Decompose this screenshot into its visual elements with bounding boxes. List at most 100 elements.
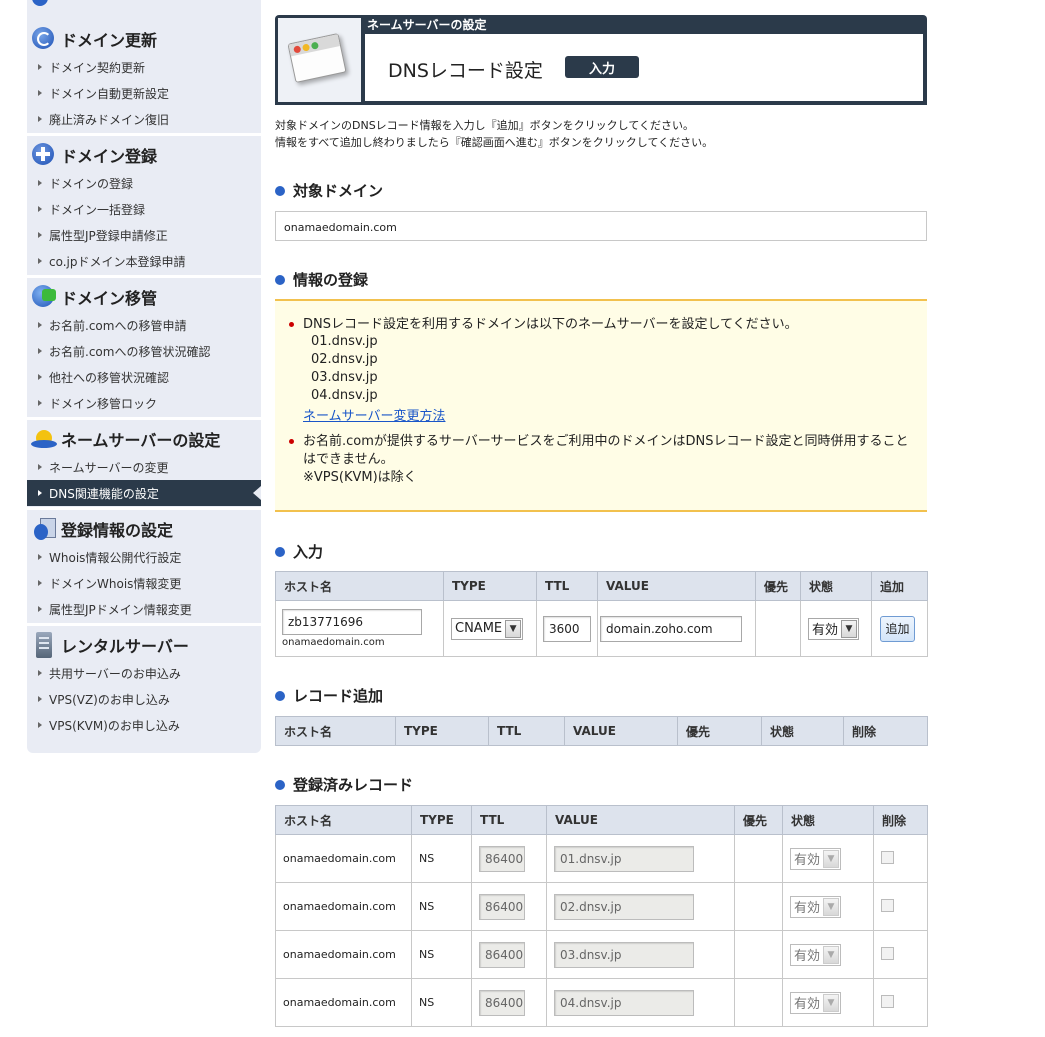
chevron-down-icon: ▼ [505, 619, 522, 638]
step-badge: 入力 [565, 56, 639, 78]
value-field: 04.dnsv.jp [554, 989, 694, 1016]
sidebar-item-transfer-apply[interactable]: お名前.comへの移管申請 [27, 312, 261, 338]
sidebar-item-dns-settings[interactable]: DNS関連機能の設定 [27, 480, 261, 506]
chevron-down-icon: ▼ [841, 619, 858, 638]
bullet-icon [38, 64, 42, 70]
bullet-icon [38, 180, 42, 186]
registered-table: ホスト名 TYPE TTL VALUE 優先 状態 削除 onamaedomai… [275, 805, 928, 1027]
bullet-icon [38, 554, 42, 560]
add-button[interactable]: 追加 [880, 615, 915, 642]
section-input: 入力 [275, 541, 323, 562]
sidebar-heading-domain-transfer: ドメイン移管 [27, 283, 261, 311]
sidebar-item-transfer-lock[interactable]: ドメイン移管ロック [27, 390, 261, 416]
bullet-icon [38, 464, 42, 470]
sidebar-item-jp-fix[interactable]: 属性型JP登録申請修正 [27, 222, 261, 248]
ttl-input[interactable]: 3600 [543, 615, 591, 642]
type-select[interactable]: CNAME ▼ [451, 617, 524, 640]
sidebar-item-vps-kvm[interactable]: VPS(KVM)のお申し込み [27, 712, 261, 738]
red-bullet-icon [289, 439, 294, 444]
bullet-icon [38, 348, 42, 354]
ttl-field: 86400 [479, 893, 525, 920]
plus-icon [31, 142, 57, 168]
sidebar-item-register[interactable]: ドメインの登録 [27, 170, 261, 196]
chevron-down-icon: ▼ [823, 897, 840, 916]
input-table: ホスト名 TYPE TTL VALUE 優先 状態 追加 zb13771696 … [275, 571, 928, 657]
ttl-field: 86400 [479, 941, 525, 968]
host-input[interactable]: zb13771696 [282, 609, 422, 635]
bullet-icon [38, 374, 42, 380]
divider [27, 507, 261, 510]
sidebar-item-transfer-status[interactable]: お名前.comへの移管状況確認 [27, 338, 261, 364]
section-target-domain: 対象ドメイン [275, 180, 383, 201]
sidebar-heading-nameserver: ネームサーバーの設定 [27, 425, 261, 453]
chevron-down-icon: ▼ [823, 945, 840, 964]
sidebar-item-renewal[interactable]: ドメイン契約更新 [27, 54, 261, 80]
ttl-field: 86400 [479, 845, 525, 872]
sidebar-item-shared-server[interactable]: 共用サーバーのお申込み [27, 660, 261, 686]
sidebar-item-whois-proxy[interactable]: Whois情報公開代行設定 [27, 544, 261, 570]
sidebar-item-auto-renewal[interactable]: ドメイン自動更新設定 [27, 80, 261, 106]
value-input[interactable]: domain.zoho.com [600, 615, 742, 642]
section-registered: 登録済みレコード [275, 774, 413, 795]
section-info: 情報の登録 [275, 269, 368, 290]
table-row: onamaedomain.com NS 86400 03.dnsv.jp 有効 ▼ [275, 930, 928, 979]
delete-checkbox [881, 898, 894, 912]
chevron-down-icon: ▼ [823, 993, 840, 1012]
host-suffix: onamaedomain.com [282, 637, 385, 648]
chevron-down-icon: ▼ [823, 849, 840, 868]
bullet-icon [38, 90, 42, 96]
section-record-add: レコード追加 [275, 685, 383, 706]
notice-text: お名前.comが提供するサーバーサービスをご利用中のドメインはDNSレコード設定… [303, 434, 909, 485]
delete-checkbox [881, 850, 894, 864]
sidebar-item-transfer-out-status[interactable]: 他社への移管状況確認 [27, 364, 261, 390]
sidebar-item-nameserver-change[interactable]: ネームサーバーの変更 [27, 454, 261, 480]
nameserver-3: 03.dnsv.jp [311, 370, 378, 385]
state-select[interactable]: 有効 ▼ [808, 617, 860, 640]
sidebar-heading-registration-info: 登録情報の設定 [27, 515, 261, 543]
nameserver-change-link[interactable]: ネームサーバー変更方法 [303, 405, 445, 424]
bullet-icon [38, 696, 42, 702]
priority-cell [755, 600, 801, 657]
bullet-icon [38, 722, 42, 728]
page-title: DNSレコード設定 [388, 60, 543, 82]
bullet-icon [38, 322, 42, 328]
sidebar-item-vps-vz[interactable]: VPS(VZ)のお申し込み [27, 686, 261, 712]
state-select: 有効 ▼ [790, 895, 842, 918]
record-add-table: ホスト名 TYPE TTL VALUE 優先 状態 削除 [275, 716, 928, 746]
bullet-icon [38, 490, 42, 496]
window-icon [278, 18, 361, 102]
top-section-icon [32, 0, 48, 6]
page-banner: ネームサーバーの設定 DNSレコード設定 入力 [275, 15, 927, 105]
sidebar-item-restore[interactable]: 廃止済みドメイン復旧 [27, 106, 261, 132]
notice-box: DNSレコード設定を利用するドメインは以下のネームサーバーを設定してください。 … [275, 299, 927, 512]
sidebar-item-bulk-register[interactable]: ドメイン一括登録 [27, 196, 261, 222]
nameserver-2: 02.dnsv.jp [311, 352, 378, 367]
globe-transfer-icon [31, 284, 57, 310]
bullet-icon [38, 206, 42, 212]
bullet-icon [38, 232, 42, 238]
ttl-field: 86400 [479, 989, 525, 1016]
bullet-icon [38, 580, 42, 586]
state-select: 有効 ▼ [790, 847, 842, 870]
value-field: 02.dnsv.jp [554, 893, 694, 920]
table-row: onamaedomain.com NS 86400 01.dnsv.jp 有効 ▼ [275, 834, 928, 883]
divider [27, 133, 261, 136]
sidebar-heading-domain-renewal: ドメイン更新 [27, 25, 261, 53]
target-domain-value: onamaedomain.com [275, 211, 927, 241]
bullet-icon [38, 606, 42, 612]
value-field: 03.dnsv.jp [554, 941, 694, 968]
sidebar-item-whois-change[interactable]: ドメインWhois情報変更 [27, 570, 261, 596]
bullet-icon [38, 670, 42, 676]
table-row: onamaedomain.com NS 86400 02.dnsv.jp 有効 ▼ [275, 882, 928, 931]
state-select: 有効 ▼ [790, 943, 842, 966]
refresh-icon [31, 26, 57, 52]
nameserver-1: 01.dnsv.jp [311, 334, 378, 349]
sidebar-item-jp-info-change[interactable]: 属性型JPドメイン情報変更 [27, 596, 261, 622]
sidebar-item-cojp[interactable]: co.jpドメイン本登録申請 [27, 248, 261, 274]
instructions: 対象ドメインのDNSレコード情報を入力し『追加』ボタンをクリックしてください。 … [275, 119, 714, 149]
divider [27, 623, 261, 626]
red-bullet-icon [289, 322, 294, 327]
delete-checkbox [881, 994, 894, 1008]
sidebar-heading-domain-registration: ドメイン登録 [27, 141, 261, 169]
server-icon [31, 632, 57, 658]
